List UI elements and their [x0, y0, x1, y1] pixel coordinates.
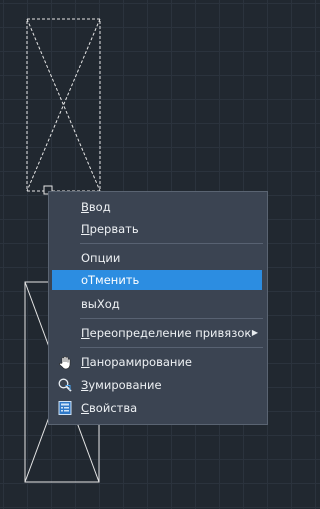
menu-separator [80, 243, 263, 244]
menu-item-opcii[interactable]: Опции [52, 248, 262, 268]
submenu-arrow-icon: ▶ [251, 328, 258, 337]
context-menu: Ввод Прервать Опции оТменить выХод Перео… [48, 191, 268, 425]
menu-item-prervat[interactable]: Прервать [52, 219, 262, 239]
selected-rectangle-upper[interactable] [26, 18, 101, 192]
menu-item-zumirovanie[interactable]: Зумирование [52, 375, 262, 395]
properties-icon [58, 401, 72, 415]
menu-item-vvod[interactable]: Ввод [52, 197, 262, 217]
menu-separator [80, 318, 263, 319]
menu-item-vyhod[interactable]: выХод [52, 294, 262, 314]
magnifier-zoom-icon [58, 378, 72, 392]
menu-item-pereopredelenie-privyazok[interactable]: Переопределение привязок ▶ [52, 323, 262, 343]
menu-item-panoramirovanie[interactable]: Панорамирование [52, 352, 262, 372]
menu-item-svoistva[interactable]: Свойства [52, 398, 262, 418]
menu-item-otmenit[interactable]: оТменить [52, 270, 262, 290]
hand-pan-icon [59, 356, 71, 370]
menu-separator [80, 347, 263, 348]
